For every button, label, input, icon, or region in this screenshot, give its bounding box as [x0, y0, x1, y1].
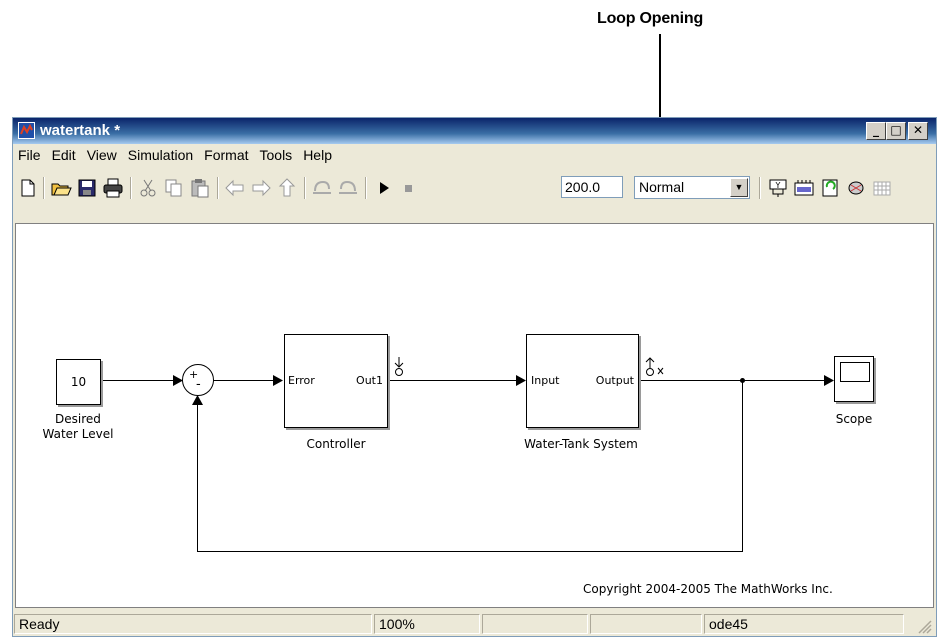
menu-tools[interactable]: Tools: [255, 144, 299, 163]
status-pane-empty-1: [482, 614, 588, 634]
menu-simulation[interactable]: Simulation: [123, 144, 199, 163]
print-icon[interactable]: [102, 177, 124, 199]
arrowhead-icon: [516, 375, 526, 386]
constant-block-label-line1: Desired: [55, 412, 101, 426]
minimize-button[interactable]: _: [866, 122, 886, 140]
new-model-icon[interactable]: [17, 177, 39, 199]
scope-block[interactable]: [834, 356, 874, 402]
feedback-line-horizontal[interactable]: [197, 551, 743, 552]
up-icon[interactable]: [276, 177, 298, 199]
model-canvas[interactable]: 10 Desired Water Level + - Error Out1 Co…: [15, 223, 934, 608]
loop-opening-callout: Loop Opening: [597, 10, 704, 27]
paste-icon[interactable]: [189, 177, 211, 199]
menu-file[interactable]: File: [13, 144, 47, 163]
undo-icon[interactable]: [311, 177, 333, 199]
status-state: Ready: [14, 614, 372, 634]
sum-minus-sign: -: [196, 377, 201, 392]
status-solver: ode45: [704, 614, 904, 634]
constant-value: 10: [70, 375, 87, 389]
save-icon[interactable]: [76, 177, 98, 199]
cut-icon[interactable]: [137, 177, 159, 199]
menu-format[interactable]: Format: [199, 144, 254, 163]
feedback-line-vertical[interactable]: [742, 380, 743, 552]
menu-help[interactable]: Help: [298, 144, 338, 163]
simulation-mode-select[interactable]: Normal ▼: [634, 176, 750, 199]
title-bar: watertank * _ □ ✕: [13, 118, 936, 144]
constant-block[interactable]: 10: [56, 359, 101, 405]
back-icon[interactable]: [224, 177, 246, 199]
controller-out-port: Out1: [356, 374, 383, 387]
status-bar: Ready 100% ode45: [13, 612, 936, 636]
menu-edit[interactable]: Edit: [47, 144, 82, 163]
sum-block[interactable]: + -: [182, 364, 214, 396]
signal-line-constant-sum[interactable]: [101, 380, 181, 381]
menu-view[interactable]: View: [82, 144, 123, 163]
status-pane-empty-2: [590, 614, 702, 634]
forward-icon[interactable]: [250, 177, 272, 199]
scope-screen-icon: [840, 362, 870, 382]
toolbar: 200.0 Normal ▼ Y: [13, 170, 936, 206]
plant-in-port: Input: [531, 374, 560, 387]
simulink-app-icon: [18, 122, 35, 139]
water-tank-system-label: Water-Tank System: [524, 437, 638, 451]
controller-in-port: Error: [288, 374, 315, 387]
build-icon[interactable]: Y: [767, 177, 789, 199]
stop-simulation-icon[interactable]: [397, 177, 419, 199]
feedback-line-up[interactable]: [197, 400, 198, 552]
constant-block-label-line2: Water Level: [42, 427, 114, 441]
plant-out-port: Output: [595, 374, 634, 387]
grid-icon[interactable]: [871, 177, 893, 199]
stop-time-field[interactable]: 200.0: [561, 176, 623, 198]
start-simulation-icon[interactable]: [373, 177, 395, 199]
signal-line-controller-plant[interactable]: [389, 380, 519, 381]
simulink-window: watertank * _ □ ✕ File Edit View Simulation…: [12, 117, 937, 637]
debugger-icon[interactable]: [845, 177, 867, 199]
close-button[interactable]: ✕: [908, 122, 928, 140]
controller-block-label: Controller: [306, 437, 366, 451]
copyright-notice: Copyright 2004-2005 The MathWorks Inc.: [583, 582, 833, 596]
model-explorer-icon[interactable]: [819, 177, 841, 199]
scope-block-label: Scope: [835, 412, 873, 426]
library-browser-icon[interactable]: [793, 177, 815, 199]
open-folder-icon[interactable]: [50, 177, 72, 199]
controller-block[interactable]: Error Out1: [284, 334, 388, 428]
copy-icon[interactable]: [163, 177, 185, 199]
maximize-button[interactable]: □: [886, 122, 906, 140]
linearization-input-icon[interactable]: [393, 356, 405, 378]
window-title: watertank *: [40, 122, 121, 139]
menu-bar: File Edit View Simulation Format Tools Help: [13, 144, 936, 168]
arrowhead-icon: [824, 375, 834, 386]
signal-line-sum-controller[interactable]: [214, 380, 274, 381]
chevron-down-icon[interactable]: ▼: [730, 178, 748, 197]
arrowhead-icon: [192, 395, 203, 405]
water-tank-system-block[interactable]: Input Output: [526, 334, 639, 428]
status-zoom: 100%: [374, 614, 480, 634]
svg-text:Y: Y: [775, 181, 781, 190]
arrowhead-icon: [273, 375, 283, 386]
simulation-mode-value: Normal: [639, 179, 685, 195]
redo-icon[interactable]: [337, 177, 359, 199]
signal-line-plant-scope[interactable]: [640, 380, 826, 381]
loop-opening-output-icon[interactable]: [644, 356, 668, 378]
resize-grip-icon[interactable]: [916, 618, 932, 634]
